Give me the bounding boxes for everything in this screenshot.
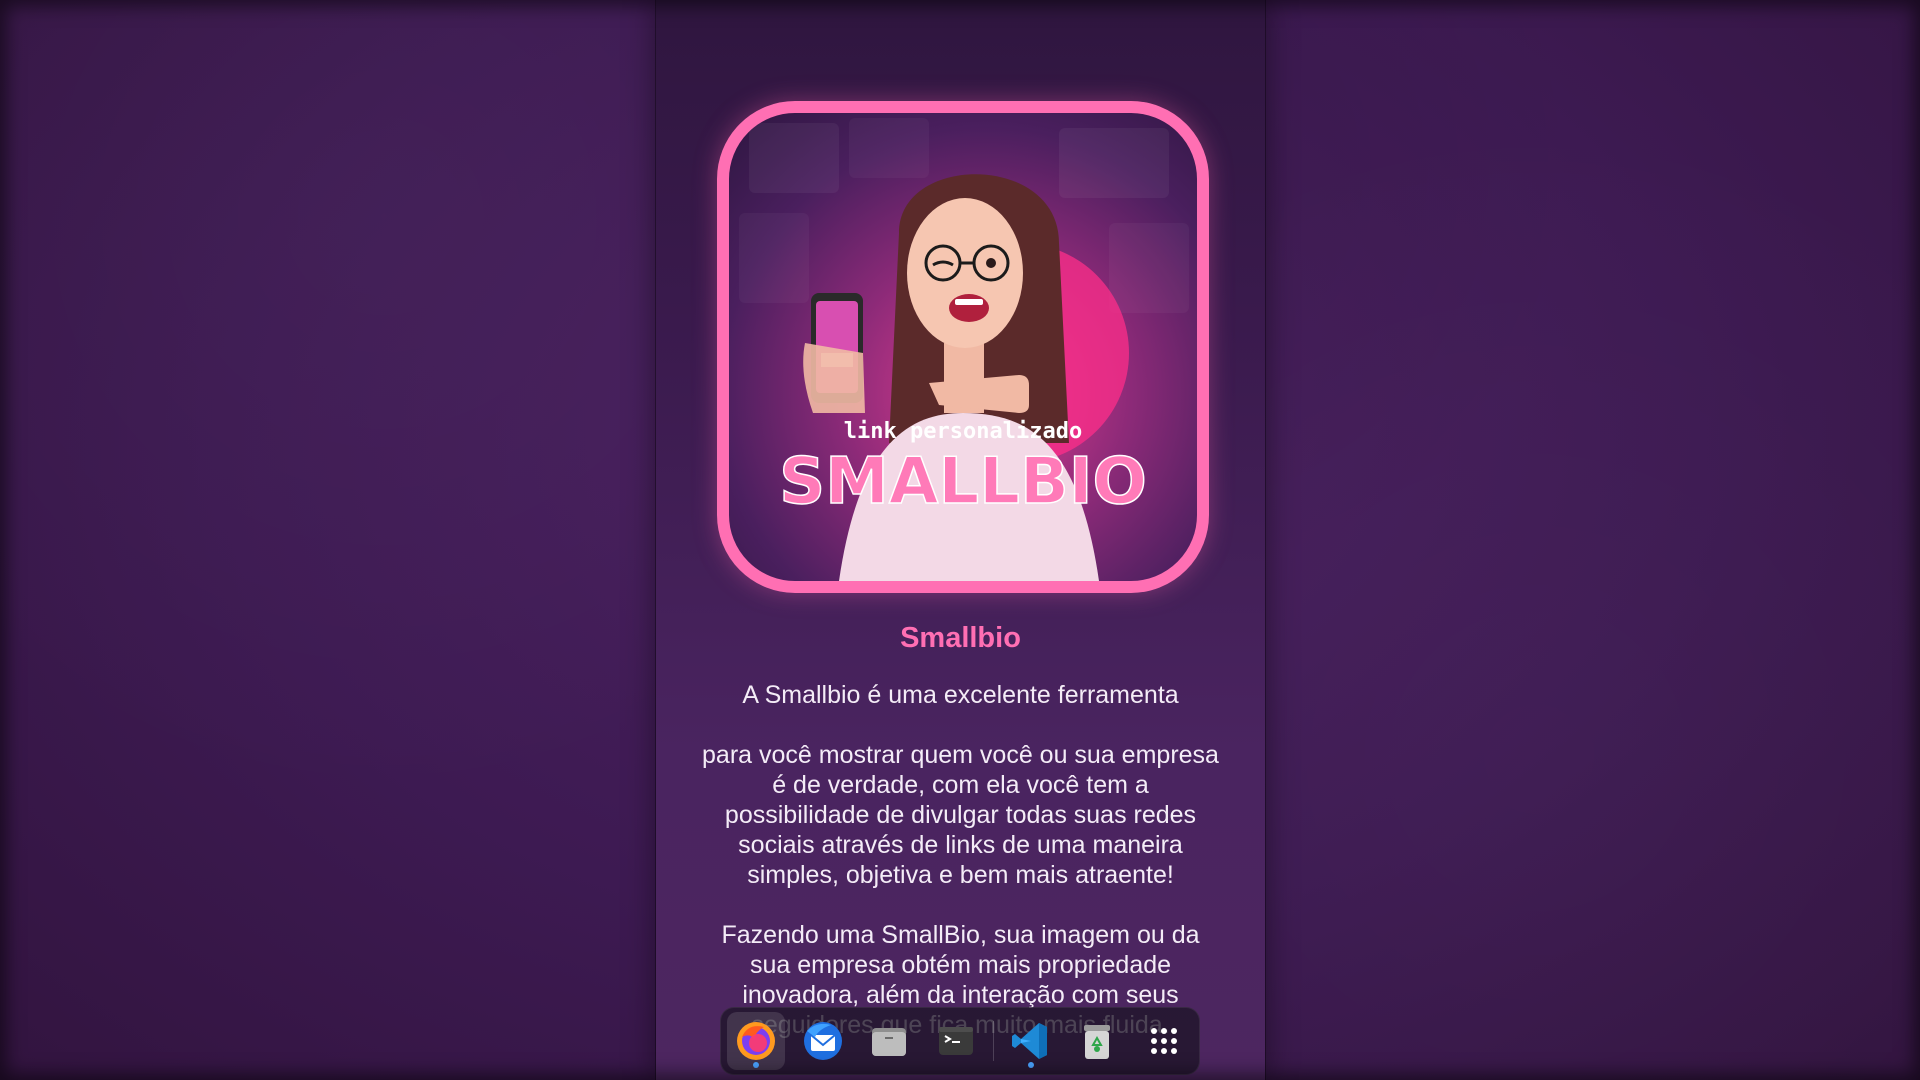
dock-files[interactable]: [860, 1012, 918, 1070]
dock-thunderbird[interactable]: [793, 1012, 851, 1070]
profile-avatar: link personalizado SMALLBIO: [717, 101, 1209, 593]
profile-name: Smallbio: [900, 622, 1021, 654]
terminal-icon: [938, 1027, 973, 1055]
dock-separator: [992, 1021, 994, 1061]
dock-trash[interactable]: [1068, 1012, 1126, 1070]
dock-firefox[interactable]: [727, 1012, 786, 1070]
dock-terminal[interactable]: [926, 1012, 984, 1070]
avatar-tagline: link personalizado: [844, 419, 1082, 444]
bio-page: link personalizado SMALLBIO Smallbio A S…: [656, 0, 1265, 1080]
firefox-icon: [737, 1022, 776, 1060]
app-grid-icon: [1150, 1028, 1177, 1054]
avatar-brand-title: SMALLBIO: [779, 445, 1147, 519]
avatar-illustration: link personalizado SMALLBIO: [739, 118, 1189, 581]
dock-vscode[interactable]: [1002, 1012, 1060, 1070]
files-icon: [872, 1028, 907, 1056]
trash-icon: [1084, 1025, 1111, 1059]
dock-app-grid[interactable]: [1135, 1012, 1193, 1070]
bio-paragraph: para você mostrar quem você ou sua empre…: [702, 741, 1219, 889]
bio-paragraph: A Smallbio é uma excelente ferramenta: [742, 681, 1179, 709]
vscode-icon: [1011, 1023, 1047, 1059]
running-indicator: [753, 1062, 760, 1068]
taskbar-dock: [720, 1007, 1200, 1075]
thunderbird-icon: [803, 1022, 842, 1060]
running-indicator: [1027, 1062, 1034, 1068]
